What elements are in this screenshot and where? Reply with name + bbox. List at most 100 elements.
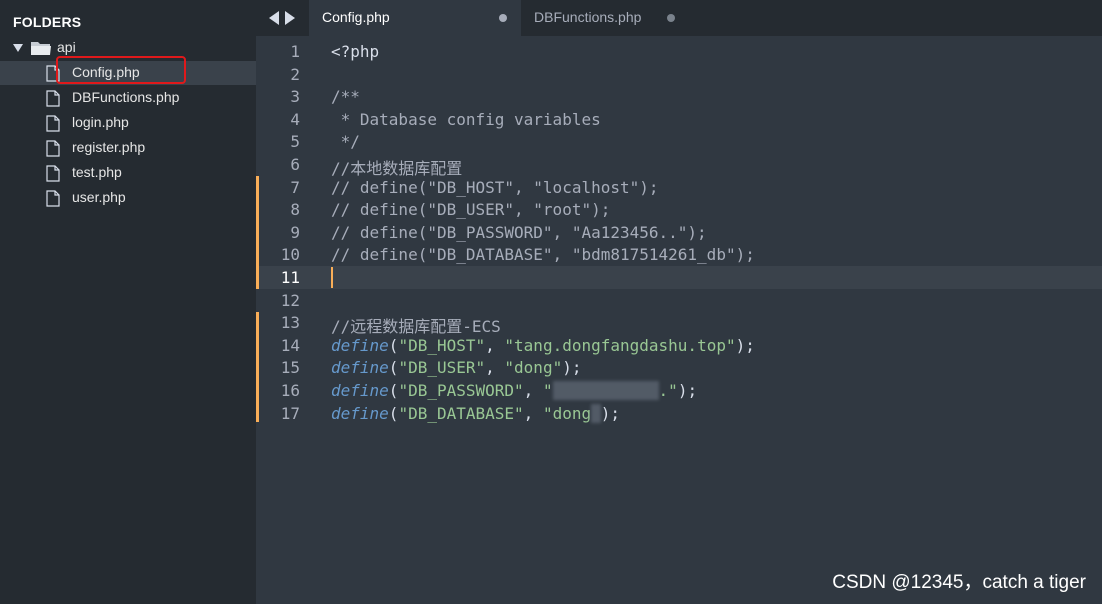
tab-label: Config.php <box>322 9 390 25</box>
code-text: define("DB_HOST", "tang.dongfangdashu.to… <box>331 336 755 355</box>
code-token: , <box>523 381 543 400</box>
code-token: ); <box>677 381 698 400</box>
line-number: 4 <box>290 109 300 129</box>
code-line[interactable]: 16 define("DB_PASSWORD", "xxxxxxxxxxx."); <box>256 379 1102 402</box>
code-token: define <box>331 335 389 355</box>
code-text: * Database config variables <box>331 110 601 129</box>
code-token: xxxxxxxxxxx <box>552 381 659 400</box>
file-icon <box>46 165 60 182</box>
line-number: 9 <box>290 222 300 242</box>
file-label: DBFunctions.php <box>72 89 180 105</box>
code-text: // define("DB_DATABASE", "bdm817514261_d… <box>331 245 755 264</box>
file-item[interactable]: DBFunctions.php <box>0 86 256 110</box>
code-token: , <box>485 335 505 355</box>
file-icon <box>46 140 60 157</box>
code-token: " <box>542 381 553 400</box>
tab-bar: Config.php DBFunctions.php <box>256 0 1102 36</box>
folders-title: FOLDERS <box>13 14 82 30</box>
code-token: <?php <box>331 42 380 61</box>
sidebar: FOLDERS api Config.php DBFunctions.php log… <box>0 0 256 604</box>
code-text: // define("DB_PASSWORD", "Aa123456.."); <box>331 223 707 242</box>
code-token: ); <box>600 403 621 423</box>
file-label: Config.php <box>72 64 140 80</box>
code-line[interactable]: 4 * Database config variables <box>256 108 1102 131</box>
code-line[interactable]: 6//本地数据库配置 <box>256 153 1102 178</box>
code-line[interactable]: 2 <box>256 63 1102 86</box>
code-token: "dong <box>542 403 592 423</box>
file-item[interactable]: user.php <box>0 186 256 210</box>
code-line[interactable]: 5 */ <box>256 130 1102 153</box>
line-number: 2 <box>290 64 300 84</box>
line-number: 13 <box>280 313 300 333</box>
tab-config-php[interactable]: Config.php <box>309 0 521 36</box>
code-line[interactable]: 9 // define("DB_PASSWORD", "Aa123456.."); <box>256 221 1102 244</box>
line-number: 8 <box>290 200 300 220</box>
watermark: CSDN @12345，catch a tiger <box>832 572 1086 593</box>
line-number: 1 <box>290 42 300 61</box>
code-line[interactable]: 1 <?php <box>256 40 1102 63</box>
code-token: ( <box>388 381 399 400</box>
code-token: ( <box>388 403 399 423</box>
code-text: // define("DB_USER", "root"); <box>331 200 610 219</box>
file-label: register.php <box>72 139 146 155</box>
code-token: "DB_DATABASE" <box>398 403 524 423</box>
code-token: // define("DB_USER", "root"); <box>331 200 611 220</box>
chevron-down-icon[interactable] <box>13 44 23 52</box>
code-token: ." <box>658 381 678 400</box>
file-icon <box>46 115 60 132</box>
line-number: 5 <box>290 132 300 152</box>
code-editor[interactable]: 1 <?php 2 3 /** 4 * Database config variables… <box>256 36 1102 604</box>
code-token: // define("DB_DATABASE", "bdm817514261_d… <box>331 245 755 265</box>
file-label: login.php <box>72 114 129 130</box>
code-text: */ <box>331 132 360 151</box>
line-number: 3 <box>290 87 300 107</box>
line-number: 11 <box>280 268 300 287</box>
file-item[interactable]: login.php <box>0 111 256 135</box>
code-token: /** <box>331 87 360 107</box>
line-number: 16 <box>280 381 300 400</box>
arrow-left-icon[interactable] <box>268 10 280 26</box>
code-line[interactable]: 7 // define("DB_HOST", "localhost"); <box>256 176 1102 199</box>
line-number: 6 <box>290 155 300 174</box>
line-number: 10 <box>280 245 300 265</box>
folder-api[interactable]: api <box>0 36 256 60</box>
file-item[interactable]: register.php <box>0 136 256 160</box>
code-token: // define("DB_PASSWORD", "Aa123456.."); <box>331 222 707 242</box>
code-line[interactable]: 11 <box>256 266 1102 289</box>
file-label: test.php <box>72 164 122 180</box>
code-token: define <box>331 358 389 378</box>
modified-marker <box>256 312 259 422</box>
text-cursor <box>331 267 333 288</box>
file-icon <box>46 65 60 82</box>
code-text: define("DB_USER", "dong"); <box>331 358 581 377</box>
code-token: define <box>331 403 389 423</box>
file-icon <box>46 90 60 107</box>
code-line[interactable]: 14 define("DB_HOST", "tang.dongfangdashu.… <box>256 334 1102 357</box>
modified-marker <box>256 176 259 289</box>
unsaved-dot-icon[interactable] <box>499 14 507 22</box>
code-token: ( <box>388 358 399 378</box>
code-line[interactable]: 15 define("DB_USER", "dong"); <box>256 356 1102 379</box>
file-item[interactable]: test.php <box>0 161 256 185</box>
arrow-right-icon[interactable] <box>284 10 296 26</box>
file-icon <box>46 190 60 207</box>
tab-dbfunctions-php[interactable]: DBFunctions.php <box>521 0 733 36</box>
code-line[interactable]: 13//远程数据库配置-ECS <box>256 311 1102 336</box>
code-text: <?php <box>331 42 379 61</box>
code-line[interactable]: 8 // define("DB_USER", "root"); <box>256 198 1102 221</box>
code-line[interactable]: 10 // define("DB_DATABASE", "bdm817514261… <box>256 243 1102 266</box>
code-line[interactable]: 17 define("DB_DATABASE", "dongx); <box>256 402 1102 425</box>
unsaved-dot-icon[interactable] <box>667 14 675 22</box>
code-token: * Database config variables <box>331 109 601 129</box>
file-item[interactable]: Config.php <box>0 61 256 85</box>
code-token: "dong" <box>504 358 563 378</box>
code-token: */ <box>331 132 360 152</box>
code-token: ); <box>562 358 582 378</box>
code-line[interactable]: 3 /** <box>256 85 1102 108</box>
line-number: 14 <box>280 335 300 355</box>
code-token: ); <box>735 335 755 355</box>
code-token: ( <box>388 335 399 355</box>
code-text: /** <box>331 87 360 106</box>
file-label: user.php <box>72 189 126 205</box>
code-line[interactable]: 12 <box>256 289 1102 312</box>
